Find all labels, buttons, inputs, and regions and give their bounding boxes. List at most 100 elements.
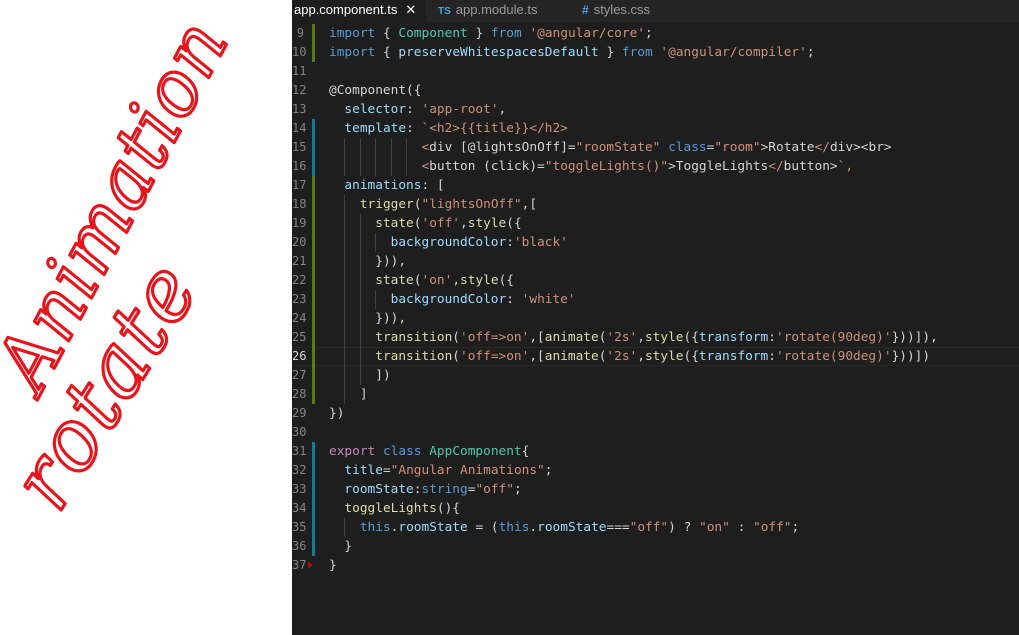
line-number: 9 [296, 26, 304, 40]
line-number: 22 [292, 273, 307, 287]
indent-guide [390, 157, 392, 176]
indent-guide [375, 290, 377, 309]
line-number: 25 [292, 330, 307, 344]
indent-guide [359, 290, 361, 309]
git-change-indicator [312, 328, 315, 347]
git-change-indicator [312, 138, 315, 157]
indent-guide [344, 328, 346, 347]
line-number: 18 [292, 197, 307, 211]
code-line[interactable]: template: `<h2>{{title}}</h2> [329, 119, 567, 138]
whiteboard-area: Animation rotate [0, 0, 292, 635]
indent-guide [359, 366, 361, 385]
code-line[interactable]: backgroundColor: 'white' [329, 290, 576, 309]
git-deletion-indicator [308, 561, 313, 569]
git-change-indicator [312, 43, 315, 62]
indent-guide [375, 233, 377, 252]
git-change-indicator [312, 119, 315, 138]
git-change-indicator [312, 461, 315, 480]
code-line[interactable]: <button (click)="toggleLights()">ToggleL… [329, 157, 853, 176]
git-change-indicator [312, 24, 315, 43]
line-number: 19 [292, 216, 307, 230]
indent-guide [406, 157, 407, 176]
indent-guide [344, 138, 346, 157]
code-line[interactable]: } [329, 556, 337, 575]
tab-label: app.module.ts [455, 2, 538, 17]
typescript-icon: TS [438, 6, 451, 17]
line-number: 30 [292, 425, 307, 439]
git-change-indicator [312, 309, 315, 328]
line-number: 28 [292, 387, 307, 401]
indent-guide [359, 271, 361, 290]
code-line[interactable]: this.roomState = (this.roomState==="off"… [329, 518, 799, 537]
editor-tab-bar: app.component.ts ✕ TS app.module.ts # style… [292, 0, 1019, 22]
code-line[interactable]: state('off',style({ [329, 214, 521, 233]
git-change-indicator [312, 480, 315, 499]
indent-guide [359, 347, 361, 366]
code-line[interactable]: trigger("lightsOnOff",[ [329, 195, 537, 214]
indent-guide [344, 195, 346, 214]
close-icon[interactable]: ✕ [405, 2, 416, 17]
code-line[interactable]: @Component({ [329, 81, 421, 100]
line-number: 20 [292, 235, 307, 249]
git-change-indicator [312, 252, 315, 271]
tab-app-module[interactable]: TS app.module.ts [438, 0, 568, 22]
git-change-indicator [312, 347, 315, 366]
line-number: 16 [292, 159, 307, 173]
line-number: 27 [292, 368, 307, 382]
indent-guide [359, 214, 361, 233]
line-number: 33 [292, 482, 307, 496]
code-line[interactable]: state('on',style({ [329, 271, 514, 290]
code-line[interactable]: })), [329, 309, 406, 328]
code-line[interactable]: import { preserveWhitespacesDefault } fr… [329, 43, 815, 62]
line-number: 14 [292, 121, 307, 135]
indent-guide [344, 252, 346, 271]
code-line[interactable]: import { Component } from '@angular/core… [329, 24, 653, 43]
line-number: 11 [292, 64, 307, 78]
line-number: 24 [292, 311, 307, 325]
line-number: 37 [292, 558, 307, 572]
git-change-indicator [312, 233, 315, 252]
code-line[interactable]: selector: 'app-root', [329, 100, 506, 119]
code-line[interactable]: title="Angular Animations"; [329, 461, 552, 480]
indent-guide [344, 518, 346, 537]
code-line[interactable]: transition('off=>on',[animate('2s',style… [329, 347, 930, 366]
line-number: 21 [292, 254, 307, 268]
indent-guide [359, 157, 361, 176]
tab-app-component[interactable]: app.component.ts ✕ [292, 0, 426, 22]
line-number: 17 [292, 178, 307, 192]
line-number: 12 [292, 83, 307, 97]
code-line[interactable]: } [329, 537, 352, 556]
code-line[interactable]: ] [329, 385, 368, 404]
code-line[interactable]: transition('off=>on',[animate('2s',style… [329, 328, 938, 347]
code-line[interactable]: }) [329, 404, 344, 423]
indent-guide [375, 157, 377, 176]
code-line[interactable]: export class AppComponent{ [329, 442, 529, 461]
indent-guide [344, 233, 346, 252]
tab-label: styles.css [593, 2, 651, 17]
tab-label: app.component.ts [294, 2, 398, 17]
git-change-indicator [312, 385, 315, 404]
code-line[interactable]: backgroundColor:'black' [329, 233, 568, 252]
git-change-indicator [312, 290, 315, 309]
git-change-indicator [312, 442, 315, 461]
code-line[interactable]: })), [329, 252, 406, 271]
line-number: 31 [292, 444, 307, 458]
git-change-indicator [312, 157, 315, 176]
indent-guide [359, 252, 361, 271]
line-number: 29 [292, 406, 307, 420]
git-change-indicator [312, 518, 315, 537]
css-icon: # [582, 3, 589, 17]
code-line[interactable]: toggleLights(){ [329, 499, 460, 518]
code-line[interactable]: roomState:string="off"; [329, 480, 521, 499]
line-number: 32 [292, 463, 307, 477]
indent-guide [344, 290, 346, 309]
line-number: 23 [292, 292, 307, 306]
code-line[interactable]: animations: [ [329, 176, 444, 195]
code-editor[interactable]: app.component.ts ✕ TS app.module.ts # style… [292, 0, 1019, 635]
tab-styles[interactable]: # styles.css [582, 0, 692, 22]
line-number: 34 [292, 501, 307, 515]
code-line[interactable]: <div [@lightsOnOff]="roomState" class="r… [329, 138, 891, 157]
indent-guide [344, 309, 346, 328]
git-change-indicator [312, 366, 315, 385]
git-change-indicator [312, 537, 315, 556]
